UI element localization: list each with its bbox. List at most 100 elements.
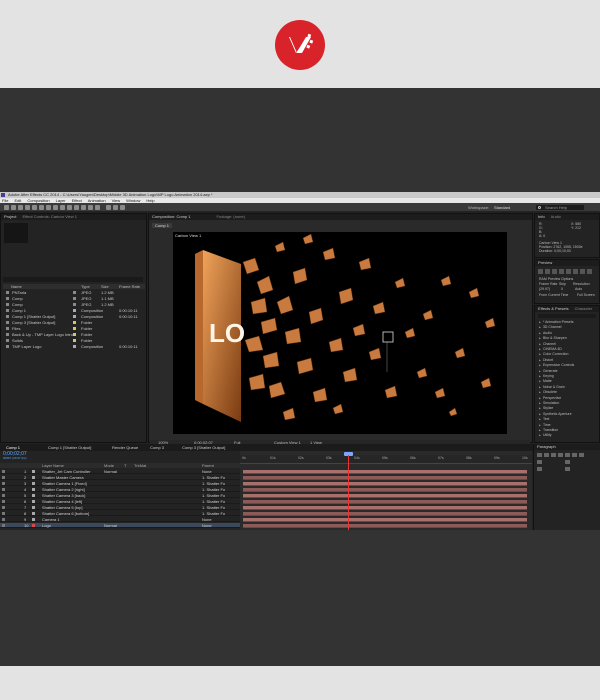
visibility-eye-icon[interactable]: [2, 524, 5, 527]
roto-tool-icon[interactable]: [88, 205, 93, 210]
align-left-icon[interactable]: [537, 453, 542, 457]
effect-category[interactable]: Stylize: [539, 406, 597, 410]
comp-subtab[interactable]: Comp 1: [152, 223, 172, 228]
last-frame-icon[interactable]: [566, 269, 571, 274]
timeline-layer[interactable]: 3 Shatter Camera 1 [Fixed] 1. Shatter Fo: [0, 481, 240, 486]
label-color-swatch[interactable]: [73, 315, 76, 318]
axis-mode-icon[interactable]: [106, 205, 111, 210]
effect-category[interactable]: Noise & Grain: [539, 385, 597, 389]
layer-duration-bar[interactable]: [243, 476, 527, 480]
layer-parent[interactable]: None: [202, 517, 212, 522]
puppet-tool-icon[interactable]: [95, 205, 100, 210]
effect-category[interactable]: Distort: [539, 358, 597, 362]
effect-category[interactable]: Synthetic Aperture: [539, 412, 597, 416]
align-right-icon[interactable]: [551, 453, 556, 457]
visibility-eye-icon[interactable]: [2, 488, 5, 491]
project-item[interactable]: Comp 1 [Shatter Output] Composition 0:00:1…: [3, 314, 145, 319]
justify-right-icon[interactable]: [572, 453, 577, 457]
col-name[interactable]: Name: [11, 284, 22, 289]
layer-duration-bar[interactable]: [243, 500, 527, 504]
col-t[interactable]: T: [124, 463, 126, 468]
layer-duration-bar[interactable]: [243, 494, 527, 498]
project-item[interactable]: Comp 1 Composition 0:00:10:11: [3, 308, 145, 313]
tab-comp-3[interactable]: Comp 3: [150, 444, 164, 451]
effect-category[interactable]: Generate: [539, 369, 597, 373]
label-color-swatch[interactable]: [73, 297, 76, 300]
project-item[interactable]: Comp JPEG 1.1 MB: [3, 296, 145, 301]
layer-label-swatch[interactable]: [32, 470, 35, 473]
project-item[interactable]: TMP Layer Logo Composition 0:00:10:11: [3, 344, 145, 349]
label-color-swatch[interactable]: [73, 309, 76, 312]
ram-preview-icon[interactable]: [587, 269, 592, 274]
rotate-tool-icon[interactable]: [25, 205, 30, 210]
pen-tool-icon[interactable]: [53, 205, 58, 210]
layer-parent[interactable]: 1. Shatter Fo: [202, 481, 225, 486]
indent-right-icon[interactable]: [565, 460, 570, 464]
effect-category[interactable]: Simulation: [539, 401, 597, 405]
col-size[interactable]: Size: [101, 284, 109, 289]
brush-tool-icon[interactable]: [67, 205, 72, 210]
project-item[interactable]: Comp 3 [Shatter Output] Folder: [3, 320, 145, 325]
project-item[interactable]: Files Folder: [3, 326, 145, 331]
hand-tool-icon[interactable]: [11, 205, 16, 210]
layer-duration-bar[interactable]: [243, 506, 527, 510]
mute-icon[interactable]: [573, 269, 578, 274]
tab-footage[interactable]: Footage: (none): [216, 214, 244, 220]
project-item[interactable]: PNTaria JPEG 1.2 MB: [3, 290, 145, 295]
effect-category[interactable]: Audio: [539, 331, 597, 335]
visibility-eye-icon[interactable]: [2, 518, 5, 521]
layer-parent[interactable]: None: [202, 469, 212, 474]
effect-category[interactable]: Text: [539, 417, 597, 421]
col-frame-rate[interactable]: Frame Rate: [119, 284, 140, 289]
skip-value[interactable]: 0: [561, 287, 563, 291]
space-after-icon[interactable]: [565, 467, 570, 471]
layer-parent[interactable]: 1. Shatter Fo: [202, 511, 225, 516]
label-color-swatch[interactable]: [73, 327, 76, 330]
tab-comp-3-shatter[interactable]: Comp 3 [Shatter Output]: [182, 444, 225, 451]
timeline-layer[interactable]: 7 Shatter Camera 5 [top] 1. Shatter Fo: [0, 505, 240, 510]
effect-category[interactable]: Keying: [539, 374, 597, 378]
col-type[interactable]: Type: [81, 284, 90, 289]
effect-category[interactable]: Channel: [539, 342, 597, 346]
visibility-eye-icon[interactable]: [2, 506, 5, 509]
from-current-time[interactable]: From Current Time: [539, 293, 568, 297]
layer-parent[interactable]: None: [202, 523, 212, 528]
tab-comp-1-shatter[interactable]: Comp 1 [Shatter Output]: [48, 444, 91, 451]
timeline-layer[interactable]: 8 Shatter Camera 6 [bottom] 1. Shatter Fo: [0, 511, 240, 516]
effect-category[interactable]: * Animation Presets: [539, 320, 597, 324]
tab-render-queue[interactable]: Render Queue: [112, 444, 138, 451]
timeline-layer[interactable]: 5 Shatter Camera 3 [back] 1. Shatter Fo: [0, 493, 240, 498]
tab-preview[interactable]: Preview: [538, 260, 552, 266]
col-parent[interactable]: Parent: [202, 463, 214, 468]
resolution-value[interactable]: Auto: [575, 287, 582, 291]
tab-composition[interactable]: Composition: Comp 1: [152, 214, 190, 220]
world-axis-icon[interactable]: [113, 205, 118, 210]
effect-category[interactable]: Expression Controls: [539, 363, 597, 367]
label-color-swatch[interactable]: [73, 291, 76, 294]
layer-parent[interactable]: 1. Shatter Fo: [202, 493, 225, 498]
effect-category[interactable]: Obsolete: [539, 390, 597, 394]
view-axis-icon[interactable]: [120, 205, 125, 210]
tab-effects-presets[interactable]: Effects & Presets: [538, 306, 569, 312]
layer-parent[interactable]: 1. Shatter Fo: [202, 499, 225, 504]
timeline-layer[interactable]: 6 Shatter Camera 4 [left] 1. Shatter Fo: [0, 499, 240, 504]
layer-duration-bar[interactable]: [243, 488, 527, 492]
timeline-layer[interactable]: 4 Shatter Camera 2 [right] 1. Shatter Fo: [0, 487, 240, 492]
timeline-layer[interactable]: 9 Camera 1 None: [0, 517, 240, 522]
label-color-swatch[interactable]: [73, 339, 76, 342]
timeline-graph[interactable]: 0s 01s 02s 03s 04s 05s 06s 07s 08s 09s 10s: [240, 451, 532, 530]
layer-duration-bar[interactable]: [243, 518, 527, 522]
frame-rate-value[interactable]: (29.97): [539, 287, 550, 291]
justify-all-icon[interactable]: [579, 453, 584, 457]
effect-category[interactable]: Time: [539, 423, 597, 427]
col-mode[interactable]: Mode: [104, 463, 114, 468]
visibility-eye-icon[interactable]: [2, 476, 5, 479]
visibility-eye-icon[interactable]: [2, 500, 5, 503]
effect-category[interactable]: CINEMA 4D: [539, 347, 597, 351]
project-item[interactable]: Solids Folder: [3, 338, 145, 343]
workspace-select[interactable]: Standard: [494, 205, 510, 210]
eraser-tool-icon[interactable]: [81, 205, 86, 210]
zoom-tool-icon[interactable]: [18, 205, 23, 210]
project-search-input[interactable]: [3, 277, 143, 282]
effect-category[interactable]: 3D Channel: [539, 325, 597, 329]
